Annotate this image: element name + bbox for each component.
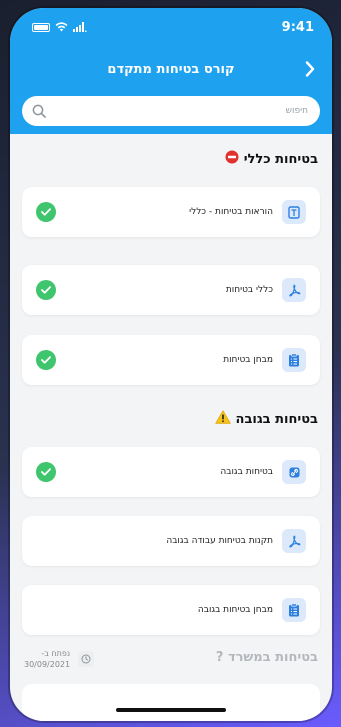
header: 9:41 קורס בטיחות מתקדם xyxy=(10,8,332,134)
status-bar: 9:41 xyxy=(10,8,332,46)
pdf-icon xyxy=(282,529,306,553)
document-icon xyxy=(282,200,306,224)
warning-icon xyxy=(214,410,231,428)
title-row: קורס בטיחות מתקדם xyxy=(10,56,332,82)
section-title-label: בטיחות בגובה xyxy=(235,411,318,427)
opens-date: 30/09/2021 xyxy=(24,660,71,669)
completed-check-icon xyxy=(36,462,56,482)
chevron-right-icon xyxy=(305,61,315,77)
page-title: קורס בטיחות מתקדם xyxy=(107,61,235,77)
completed-check-icon xyxy=(36,280,56,300)
search-icon xyxy=(32,104,46,118)
link-icon xyxy=(282,460,306,484)
completed-check-icon xyxy=(36,202,56,222)
list-item-label: הוראות בטיחות - כללי xyxy=(189,207,273,217)
search-bar[interactable] xyxy=(22,96,320,126)
phone-screen: 9:41 קורס בטיחות מתקדם בטיחות כללי xyxy=(10,8,332,721)
list-item[interactable]: תקנות בטיחות עבודה בגובה xyxy=(22,516,320,566)
pdf-icon xyxy=(282,278,306,302)
section-open-date: נפתח ב- 30/09/2021 xyxy=(24,648,95,670)
status-icons xyxy=(32,22,87,32)
search-input[interactable] xyxy=(78,106,308,116)
list-item xyxy=(22,684,320,721)
wifi-icon xyxy=(55,22,68,32)
opens-label: נפתח ב- xyxy=(41,649,71,658)
section-title-general: בטיחות כללי xyxy=(225,150,318,168)
no-entry-icon xyxy=(225,150,239,168)
list-item-label: בטיחות בגובה xyxy=(220,467,273,477)
list-item[interactable]: הוראות בטיחות - כללי xyxy=(22,187,320,237)
list-item-label: מבחן בטיחות xyxy=(223,355,273,365)
list-item-label: תקנות בטיחות עבודה בגובה xyxy=(166,536,273,546)
list-item[interactable]: כללי בטיחות xyxy=(22,265,320,315)
list-item[interactable]: בטיחות בגובה xyxy=(22,447,320,497)
status-time: 9:41 xyxy=(281,19,314,35)
section-title-office: בטיחות במשרד ? xyxy=(216,650,318,665)
quiz-clipboard-icon xyxy=(282,348,306,372)
list-item[interactable]: מבחן בטיחות xyxy=(22,335,320,385)
section-title-label: בטיחות כללי xyxy=(243,151,318,167)
home-indicator[interactable] xyxy=(116,708,226,712)
list-item-label: כללי בטיחות xyxy=(225,285,273,295)
quiz-clipboard-icon xyxy=(282,598,306,622)
completed-check-icon xyxy=(36,350,56,370)
section-title-heights: בטיחות בגובה xyxy=(214,410,318,428)
section-title-label: בטיחות במשרד ? xyxy=(215,650,318,665)
content-list: בטיחות כללי הוראות בטיחות - כללי כללי בט… xyxy=(10,134,332,721)
clock-icon xyxy=(78,651,95,667)
signal-icon xyxy=(73,22,87,32)
battery-icon xyxy=(32,22,50,32)
list-item[interactable]: מבחן בטיחות בגובה xyxy=(22,585,320,635)
list-item-label: מבחן בטיחות בגובה xyxy=(197,605,273,615)
back-button[interactable] xyxy=(298,56,322,82)
